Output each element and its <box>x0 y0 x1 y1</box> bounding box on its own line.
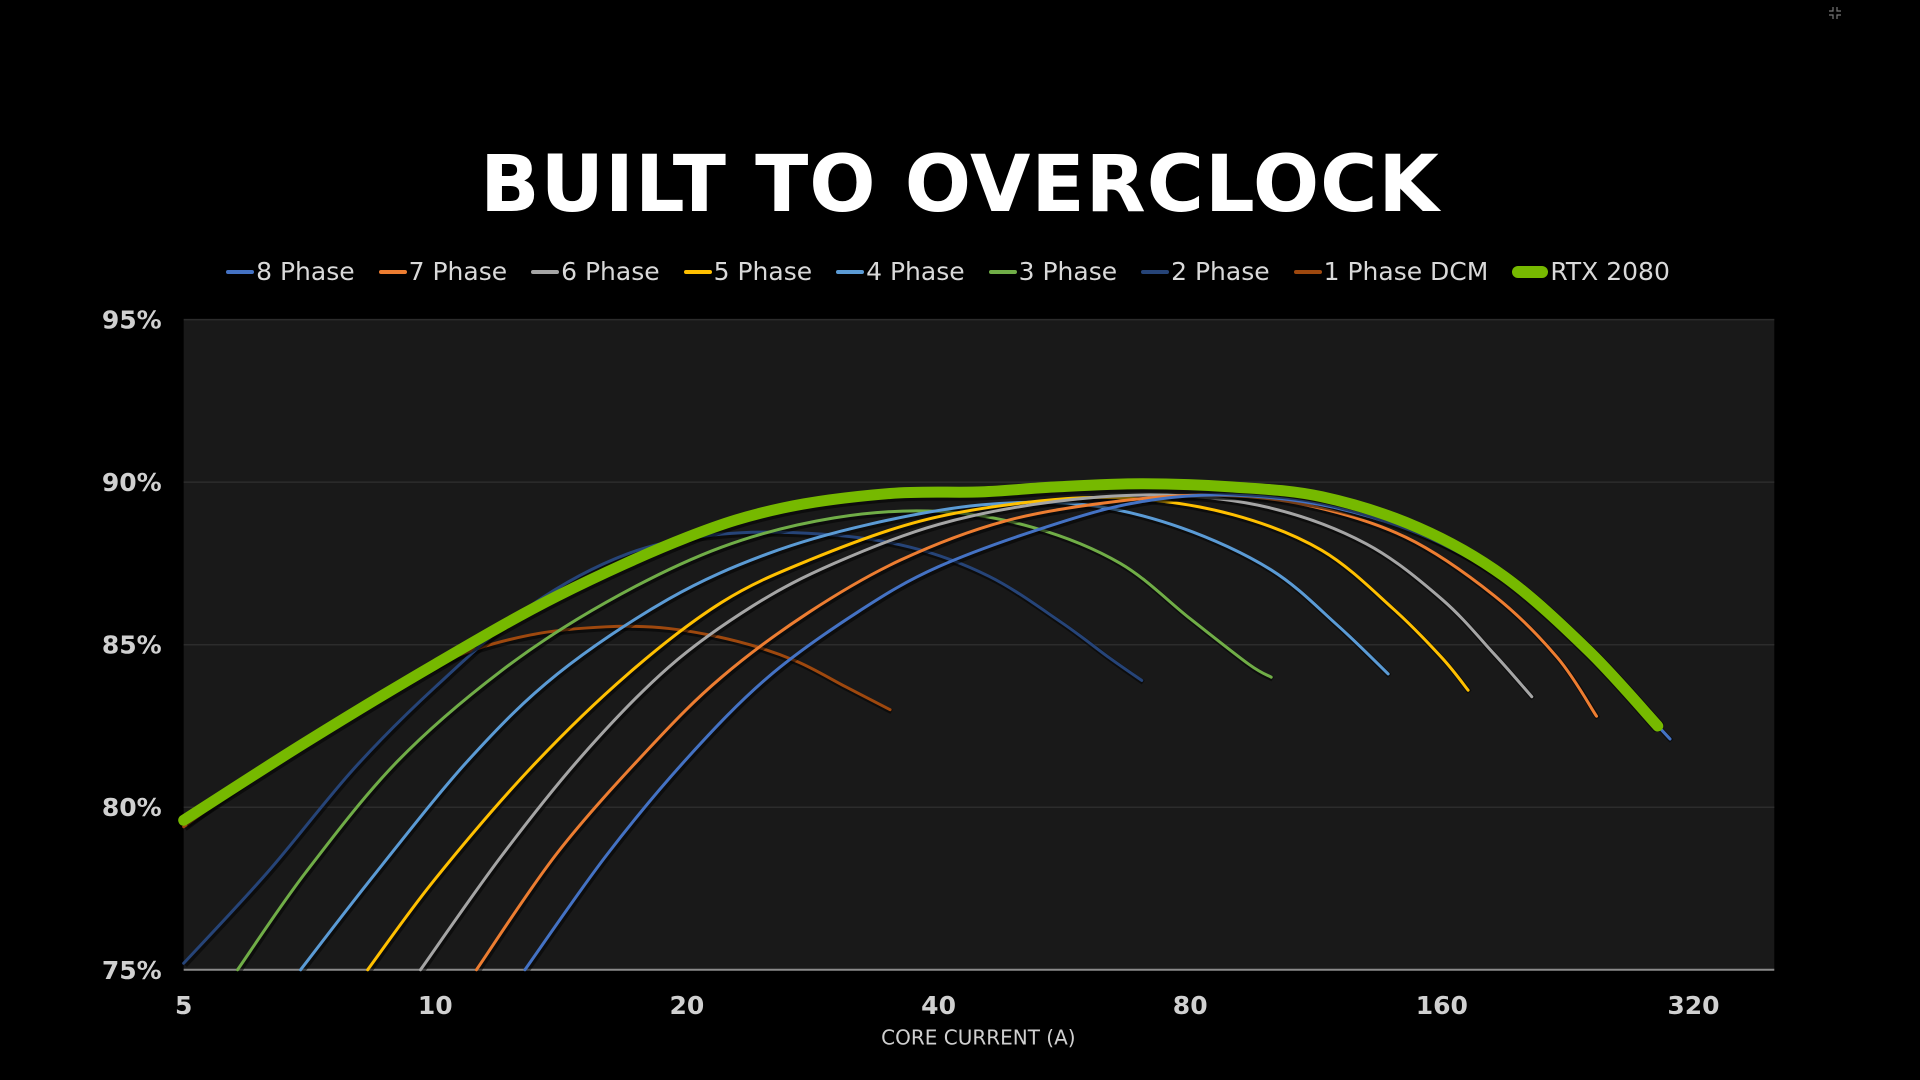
x-tick-label: 320 <box>1667 991 1719 1020</box>
line-chart: 75% 80% 85% 90% 95% 5 10 20 40 80 160 320 CORE CUR… <box>102 306 1775 1049</box>
x-tick-label: 10 <box>418 991 453 1020</box>
y-tick-label: 90% <box>102 468 162 497</box>
y-tick-label: 85% <box>102 631 162 660</box>
y-tick-label: 95% <box>102 306 162 335</box>
x-axis-label: CORE CURRENT (A) <box>881 1025 1075 1049</box>
y-tick-label: 80% <box>102 793 162 822</box>
x-tick-label: 80 <box>1173 991 1208 1020</box>
y-tick-label: 75% <box>102 956 162 985</box>
x-tick-label: 40 <box>921 991 956 1020</box>
x-tick-label: 160 <box>1416 991 1468 1020</box>
x-tick-label: 20 <box>670 991 705 1020</box>
x-tick-label: 5 <box>175 991 192 1020</box>
